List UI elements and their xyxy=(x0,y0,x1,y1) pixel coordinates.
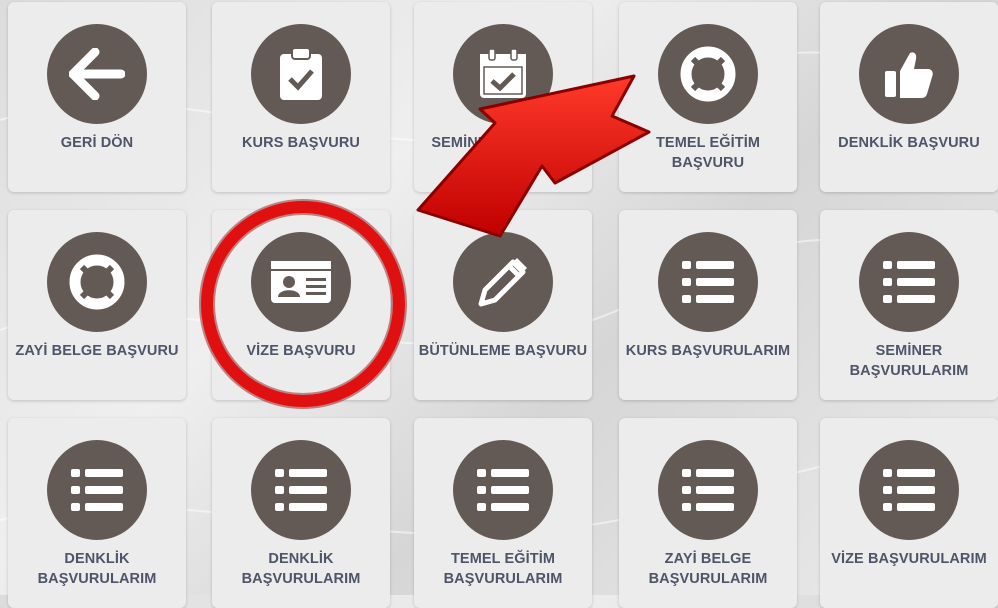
tile-denklik-basvuru[interactable]: DENKLİK BAŞVURU xyxy=(820,2,998,192)
tile-label: KURS BAŞVURU xyxy=(241,135,360,151)
tile-label: TEMEL EĞİTİM BAŞVURU xyxy=(655,135,761,171)
tile-kurs-basvuru[interactable]: KURS BAŞVURU xyxy=(212,2,390,192)
tile-zayi-belge-basvuru[interactable]: ZAYİ BELGE BAŞVURU xyxy=(8,210,186,400)
tile-label: DENKLİK BAŞVURU xyxy=(838,135,980,151)
list-icon xyxy=(47,440,147,540)
tile-label: DENKLİK BAŞVURULARIM xyxy=(241,551,361,587)
tile-label: DENKLİK BAŞVURULARIM xyxy=(37,551,157,587)
tile-denklik-basvurularim-2[interactable]: DENKLİK BAŞVURULARIM xyxy=(212,418,390,608)
tile-label: VİZE BAŞVURULARIM xyxy=(831,551,987,567)
tile-zayi-belge-basvurularim[interactable]: ZAYİ BELGE BAŞVURULARIM xyxy=(619,418,797,608)
list-icon xyxy=(859,232,959,332)
id-card-icon xyxy=(251,232,351,332)
list-icon xyxy=(251,440,351,540)
list-icon xyxy=(658,232,758,332)
tile-temel-egitim-basvuru[interactable]: TEMEL EĞİTİM BAŞVURU xyxy=(619,2,797,192)
tile-vize-basvuru[interactable]: VİZE BAŞVURU xyxy=(212,210,390,400)
tile-temel-egitim-basvurularim[interactable]: TEMEL EĞİTİM BAŞVURULARIM xyxy=(414,418,592,608)
tile-label: SEMİNER BAŞVURULARIM xyxy=(849,343,969,379)
tile-kurs-basvurularim[interactable]: KURS BAŞVURULARIM xyxy=(619,210,797,400)
tile-label: BÜTÜNLEME BAŞVURU xyxy=(418,343,588,359)
list-icon xyxy=(658,440,758,540)
clipboard-check-icon xyxy=(251,24,351,124)
arrow-left-icon xyxy=(47,24,147,124)
tile-label: KURS BAŞVURULARIM xyxy=(625,343,791,359)
list-icon xyxy=(453,440,553,540)
tile-label: ZAYİ BELGE BAŞVURU xyxy=(15,343,179,359)
tile-vize-basvurularim[interactable]: VİZE BAŞVURULARIM xyxy=(820,418,998,608)
tile-label: ZAYİ BELGE BAŞVURULARIM xyxy=(648,551,768,587)
pencil-icon xyxy=(453,232,553,332)
calendar-check-icon xyxy=(453,24,553,124)
tile-denklik-basvurularim-1[interactable]: DENKLİK BAŞVURULARIM xyxy=(8,418,186,608)
tile-geri-don[interactable]: GERİ DÖN xyxy=(8,2,186,192)
tile-label: SEMİNER BAŞVURU xyxy=(431,135,575,151)
tile-label: GERİ DÖN xyxy=(60,135,134,151)
tile-butunleme-basvuru[interactable]: BÜTÜNLEME BAŞVURU xyxy=(414,210,592,400)
tile-seminer-basvurularim[interactable]: SEMİNER BAŞVURULARIM xyxy=(820,210,998,400)
tile-label: TEMEL EĞİTİM BAŞVURULARIM xyxy=(443,551,563,587)
list-icon xyxy=(859,440,959,540)
life-ring-icon xyxy=(47,232,147,332)
tile-seminer-basvuru[interactable]: SEMİNER BAŞVURU xyxy=(414,2,592,192)
life-ring-icon xyxy=(658,24,758,124)
thumbs-up-icon xyxy=(859,24,959,124)
tile-label: VİZE BAŞVURU xyxy=(246,343,356,359)
